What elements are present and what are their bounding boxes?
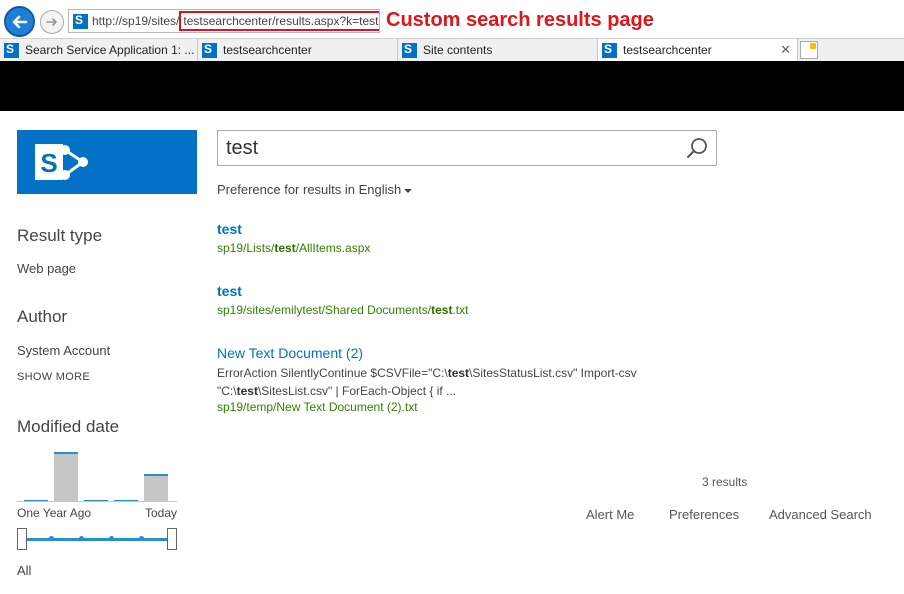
browser-chrome: http://sp19/sites/ testsearchcenter/resu… [0, 0, 904, 61]
sharepoint-favicon-icon [602, 42, 617, 58]
histogram-bar[interactable] [54, 452, 78, 502]
arrow-left-icon [12, 15, 27, 28]
tab-bar: Search Service Application 1: ... testse… [0, 38, 904, 61]
new-tab-button[interactable] [800, 41, 818, 59]
tab-label: Search Service Application 1: ... [25, 43, 195, 57]
refiner-title-modified-date: Modified date [17, 417, 120, 436]
alert-me-link[interactable]: Alert Me [586, 507, 634, 522]
modified-date-histogram [17, 444, 177, 502]
close-tab-icon[interactable]: ✕ [780, 42, 791, 58]
search-input[interactable] [218, 131, 678, 165]
slider-tick [109, 536, 114, 541]
arrow-right-icon [46, 18, 57, 26]
slider-handle-start[interactable] [17, 528, 27, 550]
sharepoint-favicon-icon [202, 42, 217, 58]
refiner-title-author: Author [17, 307, 68, 326]
tab-label: testsearchcenter [623, 43, 712, 57]
forward-button[interactable] [40, 10, 64, 34]
refiner-item-system-account[interactable]: System Account [17, 343, 110, 358]
slider-track [27, 538, 167, 541]
sharepoint-logo[interactable]: S [17, 130, 197, 194]
svg-text:S: S [40, 148, 57, 178]
slider-tick [139, 536, 144, 541]
date-range-slider[interactable] [17, 528, 177, 550]
histogram-end-label: Today [145, 506, 178, 520]
result-url[interactable]: sp19/sites/emilytest/Shared Documents/te… [217, 303, 468, 317]
result-title-link[interactable]: test [217, 221, 370, 237]
url-highlighted-path: testsearchcenter/results.aspx?k=test [179, 11, 379, 31]
language-value: English [358, 182, 402, 197]
result-title-link[interactable]: test [217, 283, 468, 299]
search-result: test sp19/Lists/test/AllItems.aspx [217, 221, 370, 255]
date-range-label: All [17, 563, 32, 578]
result-count: 3 results [702, 475, 748, 489]
sharepoint-favicon-icon [4, 42, 19, 58]
result-snippet: ErrorAction SilentlyContinue $CSVFile="C… [217, 366, 637, 398]
suite-bar [0, 61, 904, 111]
back-button[interactable] [4, 6, 35, 37]
result-url[interactable]: sp19/Lists/test/AllItems.aspx [217, 241, 370, 255]
preference-label: Preference for results in [217, 182, 356, 197]
tab-label: Site contents [423, 43, 493, 57]
refiner-item-web-page[interactable]: Web page [17, 261, 76, 276]
slider-handle-end[interactable] [167, 528, 177, 550]
slider-tick [79, 536, 84, 541]
language-dropdown[interactable]: English [359, 182, 413, 197]
search-icon[interactable] [686, 137, 708, 159]
sharepoint-favicon-icon [402, 42, 417, 58]
slider-tick [49, 536, 54, 541]
search-box [217, 130, 717, 166]
caret-down-icon [404, 188, 413, 193]
tab-search-service-app[interactable]: Search Service Application 1: ... [0, 39, 198, 61]
url-prefix: http://sp19/sites/ [92, 14, 180, 28]
tab-site-contents[interactable]: Site contents [398, 39, 598, 61]
histogram-start-label: One Year Ago [17, 506, 92, 520]
annotation-label: Custom search results page [386, 9, 654, 31]
histogram-axis [17, 501, 177, 502]
preference-line: Preference for results in English [217, 182, 413, 197]
tab-testsearchcenter-1[interactable]: testsearchcenter [198, 39, 398, 61]
preferences-link[interactable]: Preferences [669, 507, 739, 522]
histogram-bar[interactable] [144, 474, 168, 502]
refiner-title-result-type: Result type [17, 226, 103, 245]
result-url[interactable]: sp19/temp/New Text Document (2).txt [217, 400, 637, 414]
advanced-search-link[interactable]: Advanced Search [769, 507, 872, 522]
sharepoint-logo-icon: S [35, 144, 88, 180]
result-title-link[interactable]: New Text Document (2) [217, 345, 637, 361]
show-more-link[interactable]: SHOW MORE [17, 371, 90, 383]
address-bar[interactable]: http://sp19/sites/ testsearchcenter/resu… [68, 9, 380, 33]
search-result: test sp19/sites/emilytest/Shared Documen… [217, 283, 468, 317]
search-result: New Text Document (2) ErrorAction Silent… [217, 345, 637, 414]
tab-testsearchcenter-active[interactable]: testsearchcenter ✕ [598, 39, 798, 61]
tab-label: testsearchcenter [223, 43, 312, 57]
sharepoint-favicon-icon [73, 13, 88, 29]
